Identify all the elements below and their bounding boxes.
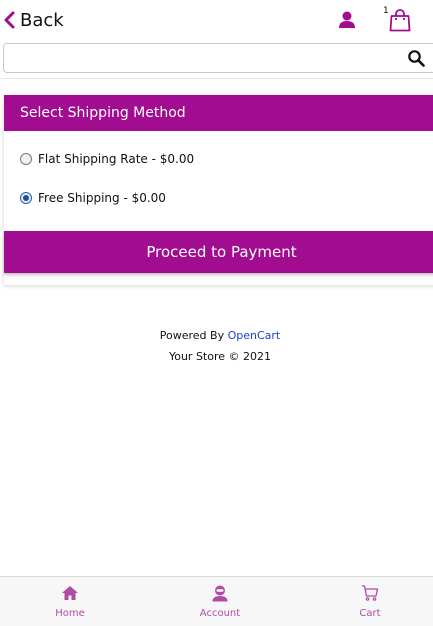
back-button[interactable]: Back (2, 8, 64, 32)
nav-home-label: Home (55, 608, 85, 619)
user-icon (339, 11, 355, 28)
nav-cart[interactable]: Cart (320, 577, 420, 626)
search-button[interactable] (407, 49, 425, 67)
top-bar: Back 1 (0, 0, 433, 40)
shipping-panel-title: Select Shipping Method (20, 105, 186, 121)
nav-cart-label: Cart (359, 608, 381, 619)
back-label: Back (20, 9, 64, 31)
account-icon (212, 585, 228, 602)
free-shipping-radio[interactable] (20, 192, 32, 204)
home-icon (62, 586, 78, 600)
opencart-link[interactable]: OpenCart (228, 329, 281, 342)
flat-rate-radio[interactable] (20, 153, 32, 165)
shopping-bag-icon (389, 9, 411, 32)
powered-by-text: Powered By (159, 329, 225, 342)
user-button[interactable] (336, 9, 358, 31)
search-bar (3, 43, 433, 73)
flat-rate-label: Flat Shipping Rate - $0.00 (38, 152, 195, 166)
search-icon (408, 50, 425, 67)
nav-account[interactable]: Account (170, 577, 270, 626)
nav-account-label: Account (199, 608, 241, 619)
shipping-option-flat-rate[interactable]: Flat Shipping Rate - $0.00 (20, 152, 194, 166)
search-input[interactable] (3, 43, 433, 73)
bottom-navigation: Home Account Cart (0, 576, 433, 626)
powered-by-line: Powered By OpenCart (0, 329, 433, 342)
shipping-method-panel: Select Shipping Method Flat Shipping Rat… (4, 95, 433, 285)
free-shipping-label: Free Shipping - $0.00 (38, 191, 166, 205)
header-cart-button[interactable]: 1 (380, 5, 414, 33)
proceed-to-payment-button[interactable]: Proceed to Payment (4, 231, 433, 273)
cart-icon (362, 585, 379, 601)
shipping-panel-header: Select Shipping Method (4, 95, 433, 131)
cart-count-badge: 1 (383, 6, 389, 16)
shipping-option-free[interactable]: Free Shipping - $0.00 (20, 191, 166, 205)
chevron-left-icon (4, 11, 15, 29)
copyright-text: Your Store © 2021 (168, 350, 272, 363)
nav-home[interactable]: Home (20, 577, 120, 626)
header-divider (0, 78, 433, 79)
